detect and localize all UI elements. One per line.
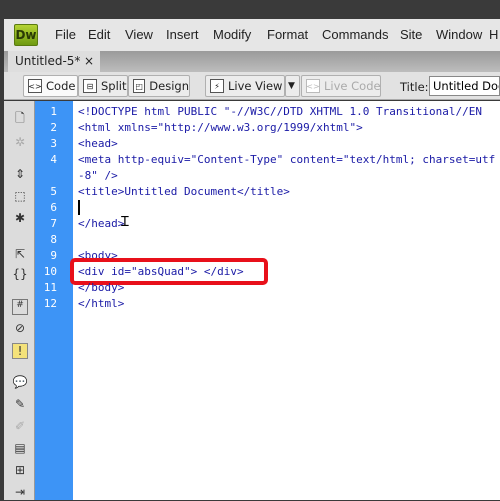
live-view-button[interactable]: ⚡ Live View <box>205 75 285 97</box>
code-icon: <> <box>28 79 42 93</box>
code-line[interactable]: <head> <box>73 136 500 152</box>
code-line-highlighted[interactable]: <div id="absQuad"> </div> <box>70 258 500 285</box>
title-label: Title: <box>400 80 429 94</box>
expand-all-icon[interactable]: ✱ <box>12 211 28 227</box>
tab-label: Untitled-5* <box>15 54 81 68</box>
wrap-tag-icon[interactable]: ✐ <box>12 419 28 435</box>
code-row: 3 <head> <box>35 136 500 152</box>
lightning-icon: ⚡ <box>210 79 224 93</box>
code-row: 6 <box>35 200 500 216</box>
menu-file[interactable]: File <box>55 27 76 42</box>
collapse-full-tag-icon[interactable]: ⇕ <box>12 167 28 183</box>
code-view-button[interactable]: <> Code <box>23 75 78 97</box>
menu-commands[interactable]: Commands <box>322 27 388 42</box>
live-code-icon: <> <box>306 79 320 93</box>
line-number: 2 <box>50 121 57 134</box>
code-row: 7 </head> <box>35 216 500 232</box>
line-number: 10 <box>43 265 57 278</box>
line-number: 6 <box>50 201 57 214</box>
move-css-icon[interactable]: ⊞ <box>12 463 28 479</box>
document-tab-bar: Untitled-5* × <box>4 51 500 72</box>
code-line[interactable] <box>73 232 500 248</box>
menu-help[interactable]: H <box>489 27 498 42</box>
document-toolbar: <> Code ⊟ Split ◰ Design ⚡ Live View ▼ <> Liv… <box>4 72 500 100</box>
code-row: 11 </body> <box>35 280 500 296</box>
line-number: 12 <box>43 297 57 310</box>
code-line[interactable]: </html> <box>73 296 500 312</box>
code-label: Code <box>46 79 76 93</box>
line-number: 4 <box>50 153 57 166</box>
menu-format[interactable]: Format <box>267 27 308 42</box>
code-row: 2 <html xmlns="http://www.w3.org/1999/xht… <box>35 120 500 136</box>
split-label: Split <box>101 79 127 93</box>
line-number: 7 <box>50 217 57 230</box>
line-number: 1 <box>50 105 57 118</box>
apply-comment-icon[interactable]: 💬 <box>12 375 28 391</box>
code-row: 1 <!DOCTYPE html PUBLIC "-//W3C//DTD XHTM… <box>35 104 500 120</box>
line-number: 5 <box>50 185 57 198</box>
show-code-navigator-icon[interactable]: ✲ <box>12 135 28 151</box>
design-view-button[interactable]: ◰ Design <box>128 75 190 97</box>
code-line[interactable]: <title>Untitled Document</title> <box>73 184 500 200</box>
design-icon: ◰ <box>133 79 146 93</box>
dreamweaver-logo: Dw <box>14 24 38 46</box>
line-numbers-icon[interactable]: # <box>12 299 28 315</box>
line-number: 9 <box>50 249 57 262</box>
coding-toolbar: 🗋 ✲ ⇕ ⬚ ✱ ⇱ {} # ⊘ ! 💬 ✎ ✐ ▤ ⊞ ⇥ <box>4 101 35 500</box>
code-line[interactable]: <!DOCTYPE html PUBLIC "-//W3C//DTD XHTML… <box>73 104 500 120</box>
menu-modify[interactable]: Modify <box>213 27 251 42</box>
balance-braces-icon[interactable]: {} <box>12 267 28 283</box>
menu-window[interactable]: Window <box>436 27 482 42</box>
code-line[interactable]: <meta http-equiv="Content-Type" content=… <box>73 152 500 184</box>
code-lines: 1 <!DOCTYPE html PUBLIC "-//W3C//DTD XHTM… <box>35 104 500 312</box>
title-input[interactable]: Untitled Document <box>429 76 500 96</box>
menu-bar: Dw File Edit View Insert Modify Format C… <box>4 19 500 51</box>
code-line-cursor[interactable] <box>73 200 500 216</box>
code-row: 12 </html> <box>35 296 500 312</box>
collapse-selection-icon[interactable]: ⬚ <box>12 189 28 205</box>
open-documents-icon[interactable]: 🗋 <box>12 109 28 125</box>
code-row: 4 <meta http-equiv="Content-Type" content… <box>35 152 500 184</box>
select-parent-tag-icon[interactable]: ⇱ <box>12 247 28 263</box>
split-view-button[interactable]: ⊟ Split <box>78 75 128 97</box>
code-line[interactable]: </head> <box>73 216 500 232</box>
ibeam-cursor-icon: Ɪ <box>121 214 129 230</box>
chevron-down-icon: ▼ <box>288 81 295 91</box>
close-icon[interactable]: × <box>84 54 94 68</box>
menu-view[interactable]: View <box>125 27 153 42</box>
code-row: 8 <box>35 232 500 248</box>
code-line[interactable]: <html xmlns="http://www.w3.org/1999/xhtm… <box>73 120 500 136</box>
text-cursor <box>78 200 80 215</box>
code-row: 5 <title>Untitled Document</title> <box>35 184 500 200</box>
highlight-invalid-code-icon[interactable]: ⊘ <box>12 321 28 337</box>
design-label: Design <box>149 79 189 93</box>
line-number: 11 <box>43 281 57 294</box>
code-row: 10 <div id="absQuad"> </div> <box>35 258 500 285</box>
live-code-label: Live Code <box>324 79 381 93</box>
remove-comment-icon[interactable]: ✎ <box>12 397 28 413</box>
syntax-error-alerts-icon[interactable]: ! <box>12 343 28 359</box>
line-number: 8 <box>50 233 57 246</box>
indent-code-icon[interactable]: ⇥ <box>12 485 28 501</box>
recent-snippets-icon[interactable]: ▤ <box>12 441 28 457</box>
line-number: 3 <box>50 137 57 150</box>
menu-insert[interactable]: Insert <box>166 27 199 42</box>
menu-edit[interactable]: Edit <box>88 27 110 42</box>
live-view-dropdown[interactable]: ▼ <box>285 75 300 97</box>
live-view-label: Live View <box>228 79 283 93</box>
document-tab[interactable]: Untitled-5* × <box>8 51 100 72</box>
split-icon: ⊟ <box>83 79 97 93</box>
menu-site[interactable]: Site <box>400 27 422 42</box>
live-code-button[interactable]: <> Live Code <box>301 75 381 97</box>
code-line[interactable]: </body> <box>73 280 500 296</box>
